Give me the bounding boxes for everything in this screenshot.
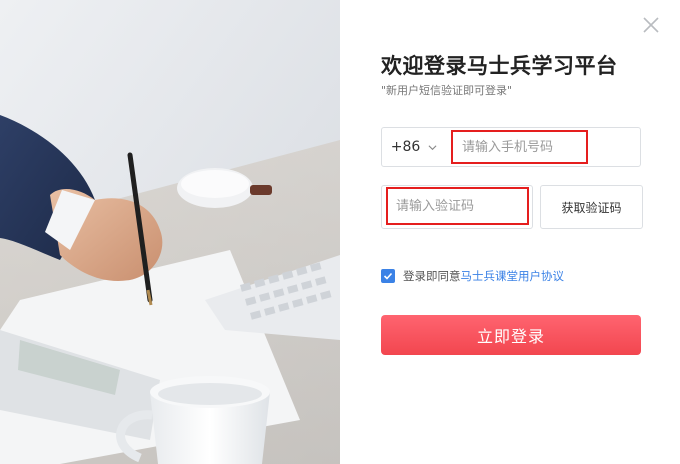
- phone-number-input[interactable]: [451, 130, 588, 164]
- agreement-prefix: 登录即同意: [403, 269, 461, 283]
- verification-code-input[interactable]: [386, 187, 529, 225]
- dialog-subtitle: "新用户短信验证即可登录": [381, 84, 513, 97]
- chevron-down-icon: [428, 144, 437, 150]
- agreement-checkbox[interactable]: [381, 269, 395, 283]
- country-code-label: +86: [390, 139, 421, 155]
- login-dialog: 欢迎登录马士兵学习平台 "新用户短信验证即可登录" +86 获取验证码: [0, 0, 680, 464]
- checkmark-icon: [383, 272, 393, 280]
- desk-scene-image: [0, 0, 340, 464]
- phone-field-group: +86: [381, 127, 641, 167]
- user-agreement-link[interactable]: 马士兵课堂用户协议: [461, 268, 565, 284]
- office-desk-illustration: [0, 0, 340, 464]
- dialog-title: 欢迎登录马士兵学习平台: [381, 54, 618, 78]
- agreement-row: 登录即同意 马士兵课堂用户协议: [381, 268, 564, 284]
- login-button[interactable]: 立即登录: [381, 315, 641, 355]
- verification-code-row: 获取验证码: [381, 185, 643, 229]
- code-field-box: [381, 185, 533, 229]
- login-form-panel: 欢迎登录马士兵学习平台 "新用户短信验证即可登录" +86 获取验证码: [340, 0, 680, 464]
- get-code-button[interactable]: 获取验证码: [540, 185, 643, 229]
- close-icon[interactable]: [640, 14, 662, 36]
- country-code-selector[interactable]: +86: [382, 128, 446, 166]
